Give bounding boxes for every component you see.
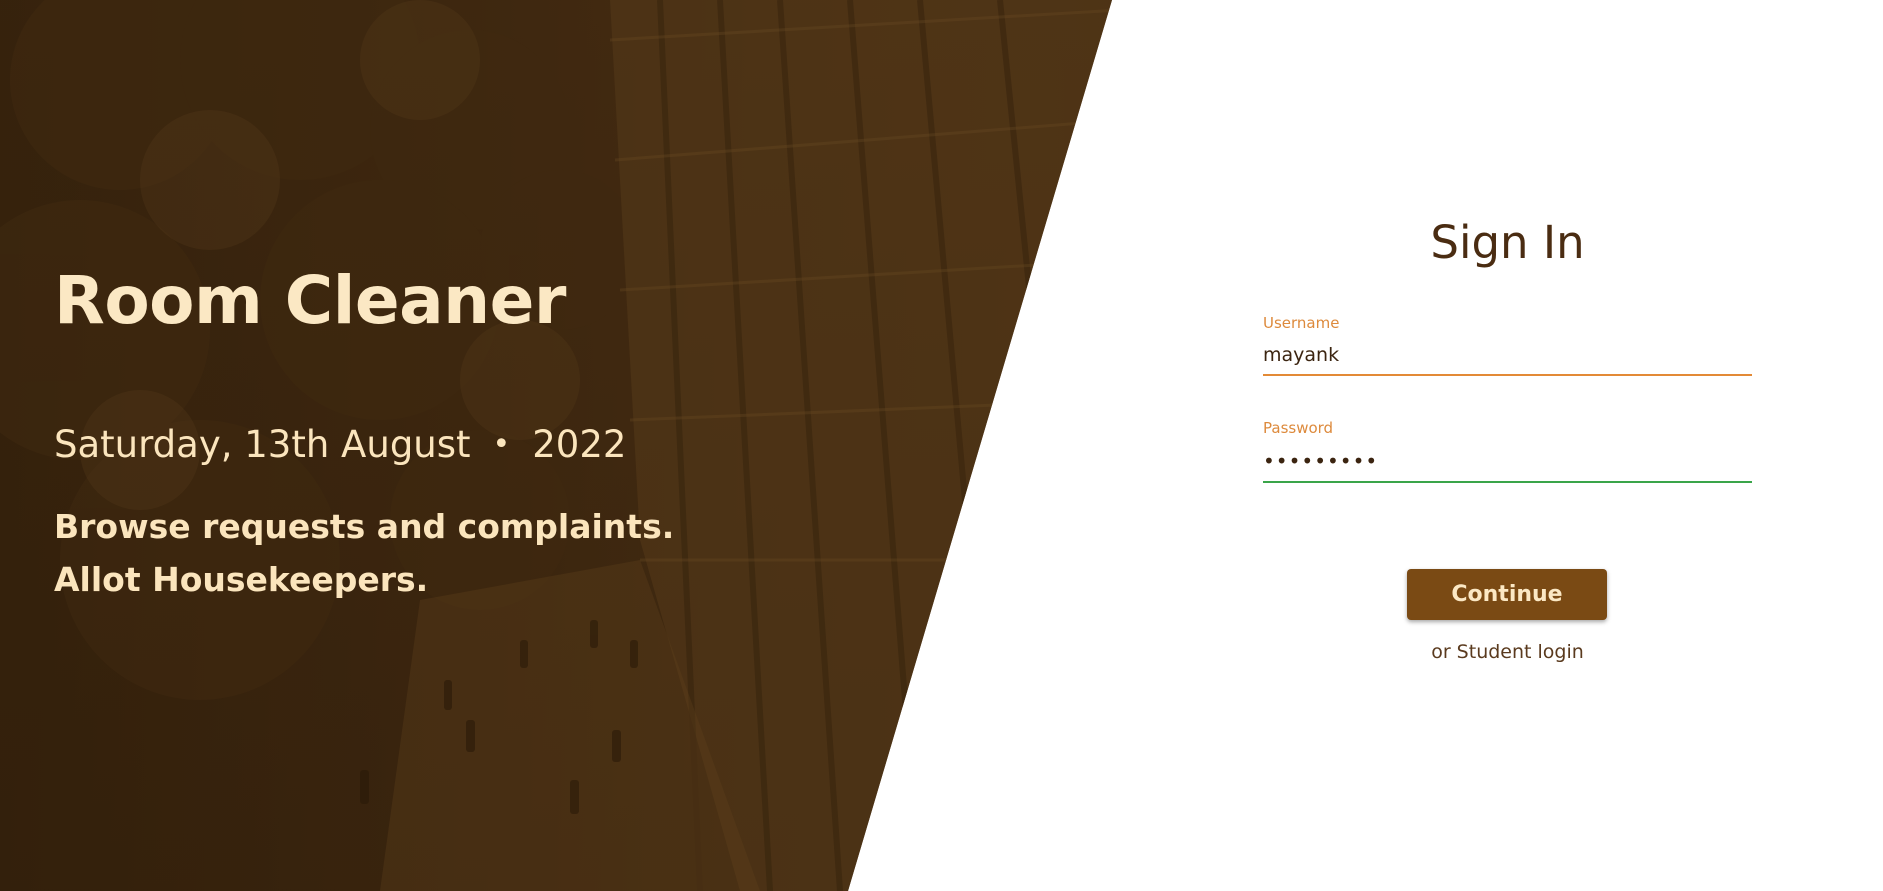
username-label: Username (1263, 314, 1340, 332)
tagline-line-2: Allot Housekeepers. (54, 560, 429, 599)
sign-in-title: Sign In (1430, 216, 1585, 269)
password-input[interactable] (1263, 439, 1752, 483)
app-title: Room Cleaner (54, 262, 566, 339)
tagline: Browse requests and complaints. Allot Ho… (54, 500, 674, 606)
continue-button[interactable]: Continue (1407, 569, 1607, 620)
tagline-line-1: Browse requests and complaints. (54, 507, 675, 546)
student-login-link[interactable]: or Student login (1263, 641, 1752, 663)
date-year: 2022 (532, 423, 627, 466)
sign-in-form: Sign In Username Password Continue or St… (1263, 0, 1752, 891)
password-label: Password (1263, 419, 1334, 437)
password-field-group: Password (1263, 419, 1752, 483)
login-page: Room Cleaner Saturday, 13th August • 2022 … (0, 0, 1883, 891)
username-field-group: Username (1263, 314, 1752, 376)
date-day: Saturday, 13th August (54, 423, 471, 466)
current-date: Saturday, 13th August • 2022 (54, 423, 626, 466)
date-separator: • (492, 427, 511, 462)
username-input[interactable] (1263, 334, 1752, 376)
